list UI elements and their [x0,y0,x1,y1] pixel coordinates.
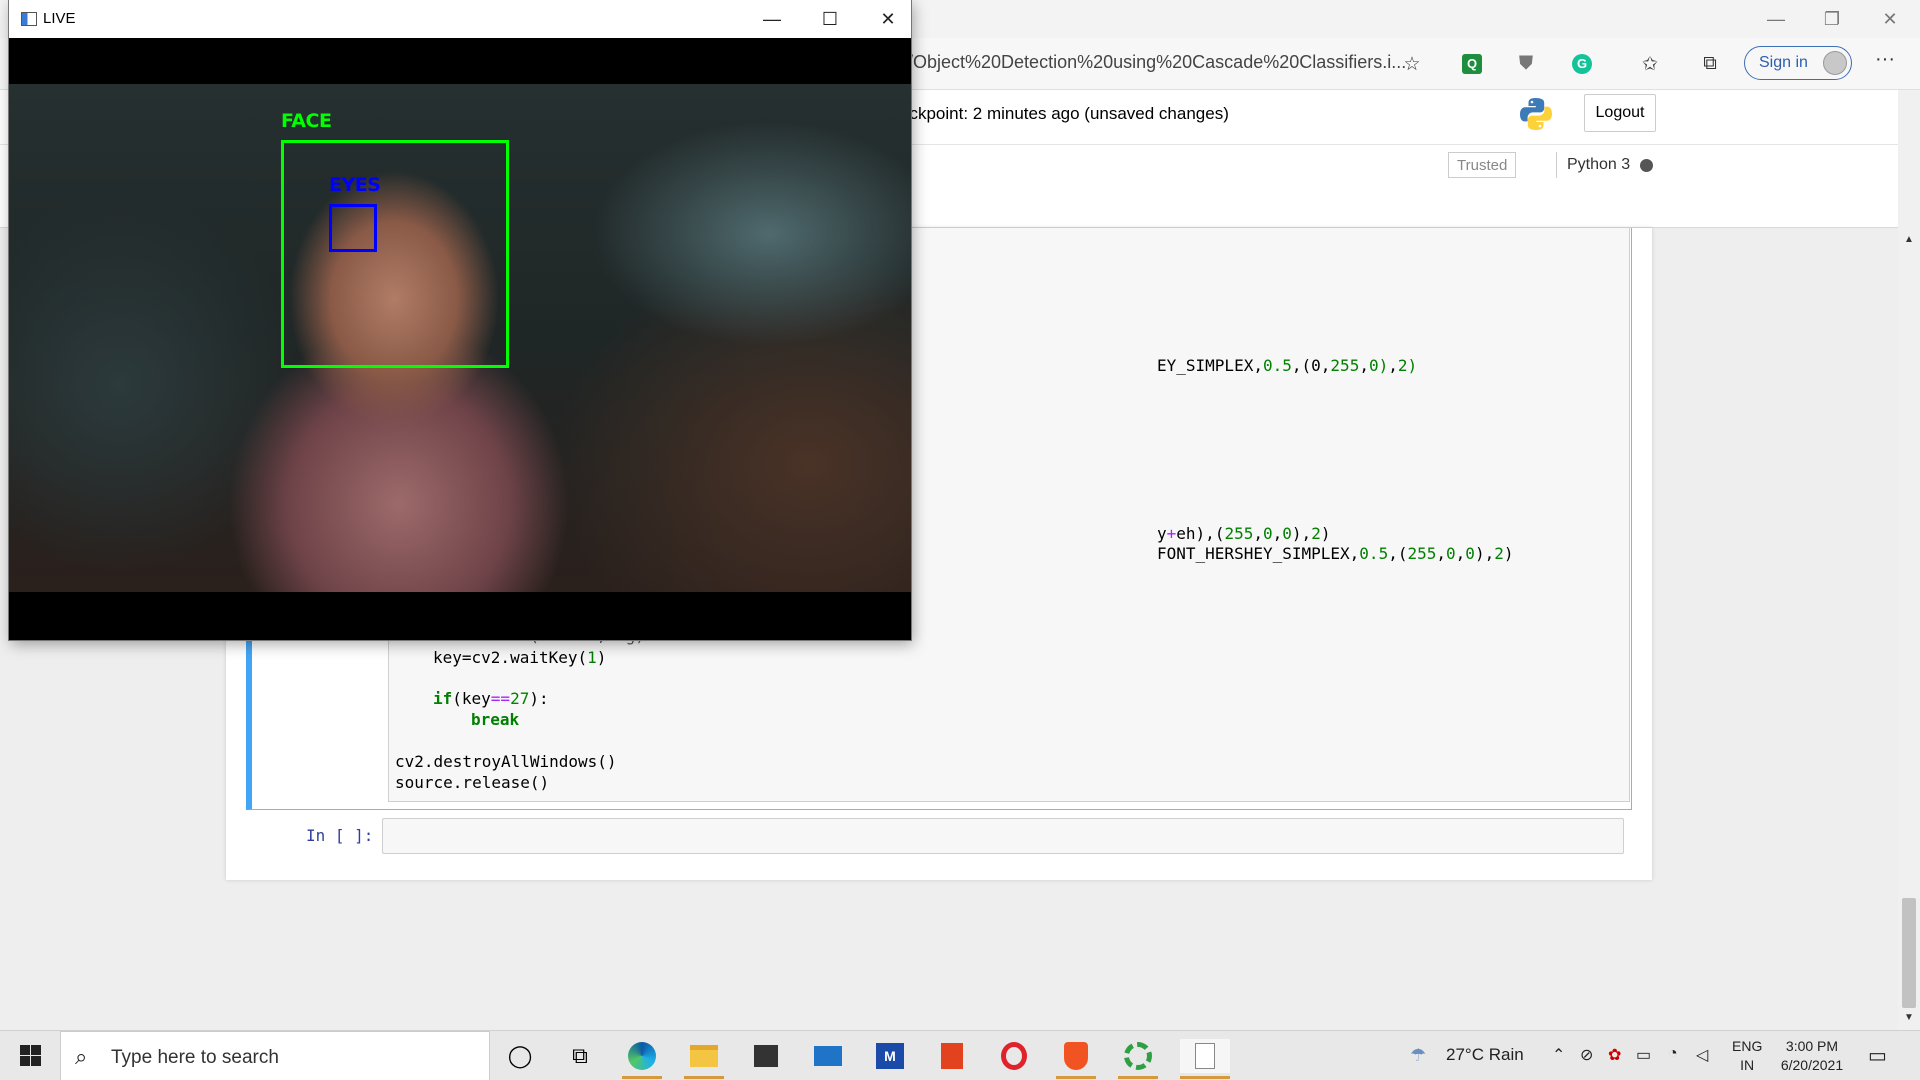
chrome-canary-icon[interactable] [1118,1039,1158,1079]
face-bounding-box [281,140,509,368]
face-detection-label: FACE [281,110,332,132]
battery-icon[interactable]: ▭ [1636,1045,1651,1065]
page-scrollbar[interactable]: ▲ ▼ [1898,90,1920,1030]
mail-icon[interactable] [808,1039,848,1073]
clock-time: 3:00 PM [1785,1038,1839,1054]
video-frame: FACE EYES [9,84,911,592]
brave-icon[interactable] [1056,1039,1096,1079]
cortana-icon[interactable]: ◯ [500,1039,540,1073]
sign-in-button[interactable]: Sign in [1744,46,1852,80]
app-icon[interactable]: M [870,1039,910,1073]
file-explorer-icon[interactable] [684,1039,724,1079]
live-close-button[interactable]: ✕ [865,4,911,34]
code-line: FONT_HERSHEY_SIMPLEX,0.5,(255,0,0),2) [1157,544,1514,563]
app-window-icon [21,12,37,26]
notepad-icon[interactable] [1180,1039,1230,1079]
kernel-name: Python 3 [1567,156,1631,173]
task-view-icon[interactable]: ⧉ [560,1039,600,1073]
taskbar-search-box[interactable]: ⌕ Type here to search [60,1031,490,1080]
edge-icon[interactable] [622,1039,662,1079]
code-line: if(key==27): [433,689,549,708]
live-window-titlebar[interactable]: LIVE — ☐ ✕ [9,0,911,38]
more-options-button[interactable]: ··· [1870,48,1900,78]
start-icon[interactable] [10,1041,50,1071]
weather-icon[interactable]: ☂ [1410,1045,1426,1066]
add-favorite-icon[interactable]: ☆ [1398,50,1426,78]
windows-taskbar: ⌕ Type here to search ◯ ⧉ M ☂ 27°C Rain … [0,1030,1920,1080]
scrollbar-thumb[interactable] [1902,898,1916,1008]
scroll-up-arrow-icon[interactable]: ▲ [1904,234,1914,245]
input-prompt: In [ ]: [306,826,374,845]
browser-restore-button[interactable]: ❐ [1812,6,1852,32]
logout-button[interactable]: Logout [1584,94,1656,132]
code-line: key=cv2.waitKey(1) [433,648,607,667]
live-maximize-button[interactable]: ☐ [807,4,853,34]
volume-icon[interactable]: ◁ [1696,1045,1708,1065]
lang-bottom: IN [1740,1057,1755,1073]
trusted-badge[interactable]: Trusted [1448,152,1517,178]
tray-app-icon[interactable]: ⊘ [1580,1045,1593,1065]
favorites-icon[interactable]: ✩ [1636,50,1664,78]
wifi-icon[interactable]: ◔ [1668,1045,1678,1063]
live-window-title: LIVE [43,10,76,27]
url-text[interactable]: /Object%20Detection%20using%20Cascade%20… [908,52,1406,73]
browser-close-button[interactable]: ✕ [1870,6,1910,32]
search-icon: ⌕ [75,1044,88,1069]
kernel-indicator[interactable]: Python 3 [1556,152,1654,178]
code-line: break [471,710,520,729]
empty-code-cell[interactable] [382,818,1624,854]
clock-date: 6/20/2021 [1780,1057,1844,1073]
office-icon[interactable] [932,1039,972,1073]
weather-text[interactable]: 27°C Rain [1446,1045,1524,1065]
eyes-detection-label: EYES [329,174,381,196]
show-hidden-icons-icon[interactable]: ⌃ [1552,1045,1565,1065]
collections-icon[interactable]: ⧉ [1696,50,1724,78]
clock[interactable]: 3:00 PM 6/20/2021 [1770,1037,1854,1075]
search-placeholder: Type here to search [111,1047,279,1068]
scroll-down-arrow-icon[interactable]: ▼ [1904,1012,1914,1023]
eyes-bounding-box [329,204,377,252]
code-line: EY_SIMPLEX,0.5,(0,255,0),2) [1157,356,1418,375]
profile-avatar-icon [1823,51,1847,75]
extension-q-icon[interactable]: Q [1458,50,1486,78]
language-indicator[interactable]: ENG IN [1732,1037,1762,1075]
store-icon[interactable] [746,1039,786,1073]
code-line: y+eh),(255,0,0),2) [1157,524,1331,543]
opera-icon[interactable] [994,1039,1034,1073]
tray-gift-icon[interactable]: ✿ [1608,1045,1621,1065]
notification-icon[interactable]: ▭ [1868,1043,1896,1069]
sign-in-label: Sign in [1759,54,1808,71]
shield-extension-icon[interactable]: ⛊ [1512,50,1540,78]
grammarly-icon[interactable]: G [1568,50,1596,78]
python-logo-icon [1520,98,1552,130]
live-minimize-button[interactable]: — [749,4,795,34]
code-line: source.release() [395,773,550,792]
kernel-status-icon [1640,158,1654,172]
lang-top: ENG [1732,1038,1763,1054]
browser-minimize-button[interactable]: — [1756,6,1796,32]
live-video-window[interactable]: LIVE — ☐ ✕ FACE EYES [9,0,911,640]
code-line: cv2.destroyAllWindows() [395,752,617,771]
checkpoint-status: eckpoint: 2 minutes ago (unsaved changes… [900,104,1229,123]
